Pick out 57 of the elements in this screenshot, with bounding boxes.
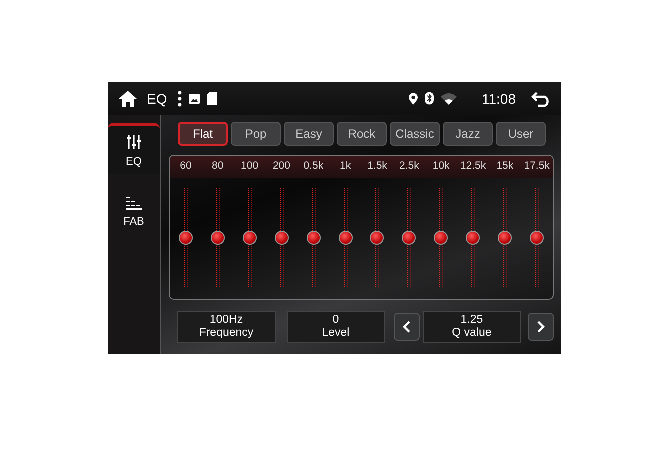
wifi-icon (441, 92, 457, 104)
slider-thumb[interactable] (242, 230, 257, 244)
slider-thumb[interactable] (370, 230, 384, 244)
band-frequency-label: 15k (496, 159, 515, 174)
band-frequency-label: 1k (339, 159, 352, 174)
band-frequency-label: 0.5k (302, 159, 325, 174)
location-pin-icon (409, 92, 418, 104)
band-frequency-label: 1.5k (366, 159, 388, 174)
sd-card-icon (207, 92, 218, 105)
value-label: Level (322, 327, 350, 340)
chevron-left-icon (402, 320, 412, 334)
band-frequency-label: 80 (211, 159, 225, 174)
sidebar-label: EQ (126, 156, 142, 168)
slider-thumb[interactable] (498, 230, 512, 244)
band-frequency-label: 10k (432, 159, 451, 174)
sidebar-tab[interactable]: EQ (108, 123, 160, 174)
slider-thumb[interactable] (306, 230, 321, 244)
value-text: 1.25 (460, 314, 484, 327)
previous-button[interactable] (394, 313, 420, 341)
menu-icon[interactable] (178, 90, 182, 108)
slider-thumb[interactable] (210, 230, 225, 244)
preset-tab[interactable]: Pop (231, 122, 281, 146)
home-icon[interactable] (118, 90, 138, 108)
value-text: 100Hz (210, 314, 244, 327)
sidebar-tab[interactable]: FAB (108, 188, 160, 234)
slider-thumb[interactable] (402, 230, 416, 244)
preset-tab[interactable]: Rock (337, 122, 387, 146)
slider-thumb[interactable] (274, 230, 289, 244)
sidebar-label: FAB (124, 216, 144, 228)
image-icon (189, 94, 200, 104)
bluetooth-icon (425, 92, 434, 105)
slider-thumb[interactable] (530, 230, 544, 244)
next-button[interactable] (528, 313, 554, 341)
slider-thumb[interactable] (466, 230, 480, 244)
band-frequency-label: 60 (179, 159, 193, 174)
band-frequency-label: 100 (240, 159, 260, 174)
slider-thumb[interactable] (178, 230, 193, 244)
chevron-right-icon (536, 320, 546, 334)
bar-levels-icon (126, 196, 142, 210)
preset-tab[interactable]: Jazz (443, 122, 493, 146)
screen-title: EQ (147, 90, 168, 106)
band-frequency-label: 2.5k (398, 159, 420, 174)
back-icon[interactable] (531, 90, 551, 106)
slider-thumb[interactable] (434, 230, 448, 244)
slider-thumb[interactable] (338, 230, 353, 244)
band-frequency-label: 200 (272, 159, 292, 174)
preset-tab[interactable]: Flat (178, 122, 228, 146)
preset-tab[interactable]: User (496, 122, 546, 146)
value-label: Q value (452, 327, 492, 340)
equalizer-icon (126, 134, 142, 150)
clock-time: 11:08 (482, 90, 516, 106)
band-frequency-label: 17.5k (523, 159, 551, 174)
band-frequency-label: 12.5k (459, 159, 488, 174)
preset-tab[interactable]: Classic (390, 122, 440, 146)
value-label: Frequency (199, 327, 254, 340)
preset-tab[interactable]: Easy (284, 122, 334, 146)
value-text: 0 (332, 314, 340, 327)
